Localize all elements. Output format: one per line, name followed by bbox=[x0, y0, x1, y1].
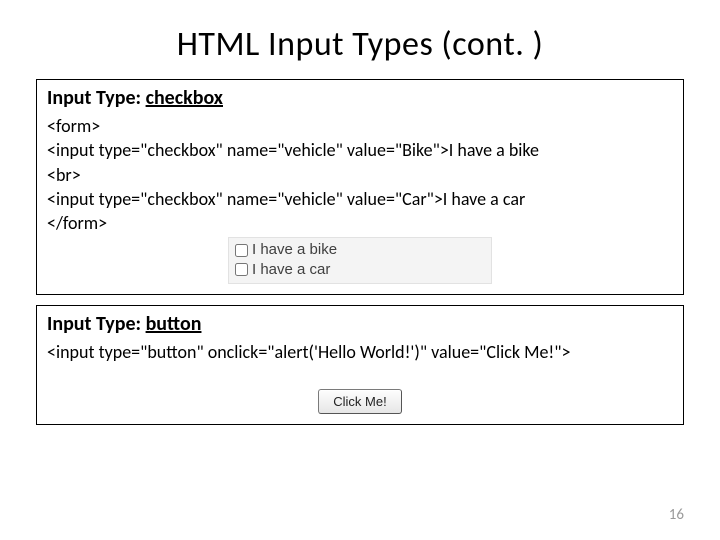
render-preview-button: Click Me! bbox=[47, 389, 673, 414]
checkbox-bike[interactable] bbox=[235, 244, 248, 257]
code-line: <input type="checkbox" name="vehicle" va… bbox=[47, 138, 673, 162]
heading-prefix: Input Type: bbox=[47, 312, 146, 336]
click-me-button[interactable]: Click Me! bbox=[318, 389, 401, 414]
checkbox-car[interactable] bbox=[235, 263, 248, 276]
section-checkbox: Input Type: checkbox <form> <input type=… bbox=[36, 79, 684, 295]
code-line: </form> bbox=[47, 211, 673, 235]
checkbox-row-car: I have a car bbox=[235, 260, 485, 280]
heading-prefix: Input Type: bbox=[47, 86, 146, 110]
page-number: 16 bbox=[669, 506, 684, 524]
section-heading-button: Input Type: button bbox=[47, 312, 673, 336]
slide-title: HTML Input Types (cont. ) bbox=[36, 24, 684, 65]
checkbox-label-car: I have a car bbox=[252, 260, 330, 280]
checkbox-label-bike: I have a bike bbox=[252, 240, 337, 260]
checkbox-row-bike: I have a bike bbox=[235, 240, 485, 260]
code-line: <input type="button" onclick="alert('Hel… bbox=[47, 340, 673, 364]
section-button: Input Type: button <input type="button" … bbox=[36, 305, 684, 424]
section-heading-checkbox: Input Type: checkbox bbox=[47, 86, 673, 110]
slide: HTML Input Types (cont. ) Input Type: ch… bbox=[0, 0, 720, 540]
heading-term: button bbox=[146, 312, 202, 336]
code-line: <form> bbox=[47, 114, 673, 138]
heading-term: checkbox bbox=[146, 86, 223, 110]
code-line: <br> bbox=[47, 163, 673, 187]
code-line: <input type="checkbox" name="vehicle" va… bbox=[47, 187, 673, 211]
render-preview-checkbox: I have a bike I have a car bbox=[228, 237, 492, 284]
